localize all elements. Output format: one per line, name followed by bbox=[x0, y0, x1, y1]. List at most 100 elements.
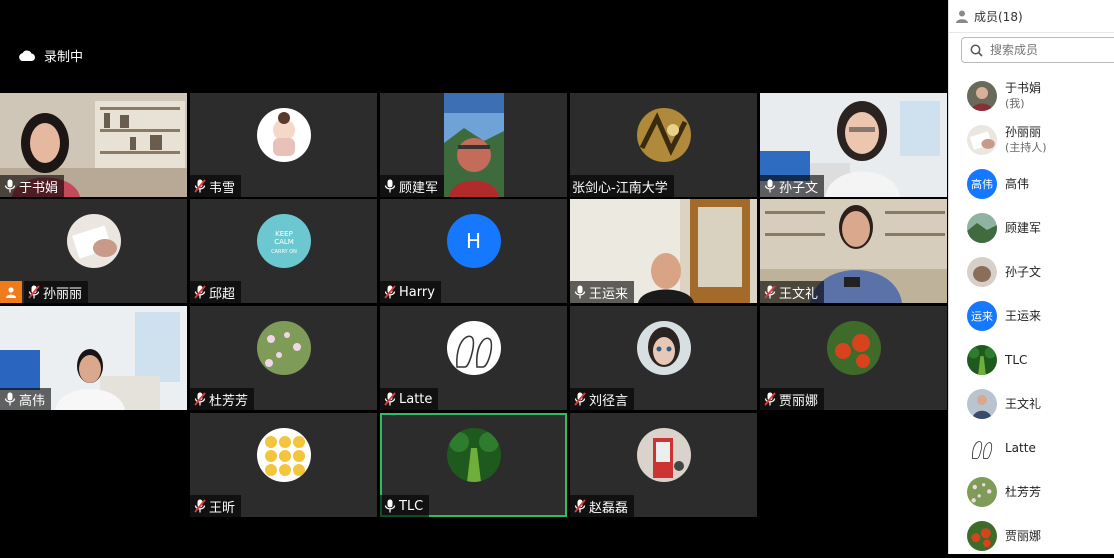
member-avatar bbox=[967, 389, 997, 419]
mic-icon bbox=[384, 499, 396, 513]
participant-tile[interactable]: 赵磊磊 bbox=[570, 413, 757, 517]
participant-name: 孙丽丽 bbox=[43, 286, 83, 302]
participant-tile[interactable]: Latte bbox=[380, 306, 567, 410]
avatar bbox=[66, 213, 121, 268]
member-list: 于书娟 (我) 孙丽丽 (主持人) 高伟 高伟 顾建军孙子文运来 王运来 TLC 王文礼 Latte… bbox=[949, 74, 1114, 558]
member-name: 孙子文 bbox=[1005, 265, 1042, 279]
member-item[interactable]: 高伟 高伟 bbox=[949, 162, 1114, 206]
member-avatar: 高伟 bbox=[967, 169, 997, 199]
member-avatar bbox=[967, 257, 997, 287]
avatar bbox=[826, 320, 881, 375]
participant-name: Harry bbox=[399, 284, 435, 300]
member-item[interactable]: 孙子文 bbox=[949, 250, 1114, 294]
member-avatar bbox=[967, 81, 997, 111]
member-item[interactable]: 于书娟 (我) bbox=[949, 74, 1114, 118]
member-item[interactable]: 王文礼 bbox=[949, 382, 1114, 426]
member-item[interactable]: 杜芳芳 bbox=[949, 470, 1114, 514]
participant-name: 王运来 bbox=[589, 286, 629, 302]
member-avatar bbox=[967, 477, 997, 507]
mic-muted-icon bbox=[384, 285, 396, 299]
member-role: (主持人) bbox=[1005, 141, 1047, 154]
svg-text:KEEP: KEEP bbox=[275, 230, 293, 238]
members-header: 成员(18) bbox=[949, 0, 1114, 33]
participant-nameplate: 杜芳芳 bbox=[190, 388, 255, 410]
member-avatar bbox=[967, 125, 997, 155]
avatar: H bbox=[446, 213, 501, 268]
participant-tile[interactable]: 王文礼 bbox=[760, 199, 947, 303]
avatar bbox=[256, 320, 311, 375]
recording-indicator[interactable]: 录制中 bbox=[18, 46, 83, 65]
participant-name: 王昕 bbox=[209, 500, 236, 516]
participant-tile[interactable]: 顾建军 bbox=[380, 93, 567, 197]
member-search-box[interactable] bbox=[961, 37, 1114, 63]
person-icon bbox=[6, 287, 16, 298]
participant-tile[interactable]: 杜芳芳 bbox=[190, 306, 377, 410]
member-item[interactable]: 孙丽丽 (主持人) bbox=[949, 118, 1114, 162]
avatar bbox=[256, 427, 311, 482]
participant-name: TLC bbox=[399, 498, 424, 514]
participant-name: 邱超 bbox=[209, 286, 236, 302]
participant-nameplate: 王文礼 bbox=[760, 281, 825, 303]
avatar-initial: H bbox=[465, 228, 482, 253]
member-item[interactable]: Latte bbox=[949, 426, 1114, 470]
member-name: Latte bbox=[1005, 441, 1036, 455]
participant-nameplate: 邱超 bbox=[190, 281, 242, 303]
participant-tile[interactable]: 高伟 bbox=[0, 306, 187, 410]
recording-label: 录制中 bbox=[44, 50, 84, 65]
participant-tile[interactable]: H Harry bbox=[380, 199, 567, 303]
mic-muted-icon bbox=[194, 392, 206, 406]
cloud-icon bbox=[19, 50, 35, 61]
mic-muted-icon bbox=[194, 179, 206, 193]
member-search-input[interactable] bbox=[988, 42, 1102, 58]
members-title: 成员(18) bbox=[974, 9, 1023, 24]
participant-nameplate: Harry bbox=[380, 281, 441, 303]
member-name: 贾丽娜 bbox=[1005, 529, 1042, 543]
avatar: KEEP CALM CARRY ON bbox=[256, 213, 311, 268]
members-panel: 成员(18) 于书娟 (我) 孙丽丽 (主持人) 高伟高伟顾建军孙子文运来王运来 TLC 王… bbox=[948, 0, 1114, 554]
participant-name: 张剑心-江南大学 bbox=[572, 180, 668, 196]
participant-nameplate: 张剑心-江南大学 bbox=[570, 175, 674, 197]
participant-tile[interactable]: 韦雪 bbox=[190, 93, 377, 197]
member-item[interactable]: 顾建军 bbox=[949, 206, 1114, 250]
participant-name: 王文礼 bbox=[779, 286, 819, 302]
avatar bbox=[636, 107, 691, 162]
participant-nameplate: 刘径言 bbox=[570, 388, 635, 410]
svg-text:CARRY ON: CARRY ON bbox=[271, 249, 297, 255]
avatar bbox=[636, 320, 691, 375]
participant-name: 赵磊磊 bbox=[589, 500, 629, 516]
participant-name: 贾丽娜 bbox=[779, 393, 819, 409]
participant-tile[interactable]: 于书娟 bbox=[0, 93, 187, 197]
member-name: 孙丽丽 bbox=[1005, 125, 1042, 139]
member-name: TLC bbox=[1005, 353, 1028, 367]
participant-tile[interactable]: 王昕 bbox=[190, 413, 377, 517]
mic-muted-icon bbox=[384, 392, 396, 406]
participant-tile[interactable]: 刘径言 bbox=[570, 306, 757, 410]
participant-tile[interactable]: TLC bbox=[380, 413, 567, 517]
mic-icon bbox=[4, 392, 16, 406]
participant-tile[interactable]: 孙子文 bbox=[760, 93, 947, 197]
participant-name: 顾建军 bbox=[399, 180, 439, 196]
avatar bbox=[636, 427, 691, 482]
participant-tile[interactable]: 王运来 bbox=[570, 199, 757, 303]
participant-tile[interactable]: 张剑心-江南大学 bbox=[570, 93, 757, 197]
search-icon bbox=[970, 44, 983, 57]
member-avatar bbox=[967, 433, 997, 463]
host-badge bbox=[0, 281, 22, 303]
mic-icon bbox=[4, 179, 16, 193]
participant-tile[interactable]: 贾丽娜 bbox=[760, 306, 947, 410]
member-item[interactable]: TLC bbox=[949, 338, 1114, 382]
participant-name: 杜芳芳 bbox=[209, 393, 249, 409]
member-name: 杜芳芳 bbox=[1005, 485, 1042, 499]
participant-tile[interactable]: KEEP CALM CARRY ON 邱超 bbox=[190, 199, 377, 303]
member-avatar-text: 高伟 bbox=[971, 178, 993, 191]
participant-nameplate: 韦雪 bbox=[190, 175, 242, 197]
avatar bbox=[446, 427, 501, 482]
member-avatar bbox=[967, 345, 997, 375]
participant-name: 孙子文 bbox=[779, 180, 819, 196]
mic-muted-icon bbox=[28, 285, 40, 299]
member-item[interactable]: 运来 王运来 bbox=[949, 294, 1114, 338]
mic-muted-icon bbox=[194, 499, 206, 513]
member-item[interactable]: 贾丽娜 bbox=[949, 514, 1114, 558]
person-icon bbox=[956, 10, 968, 23]
participant-tile[interactable]: 孙丽丽 bbox=[0, 199, 187, 303]
